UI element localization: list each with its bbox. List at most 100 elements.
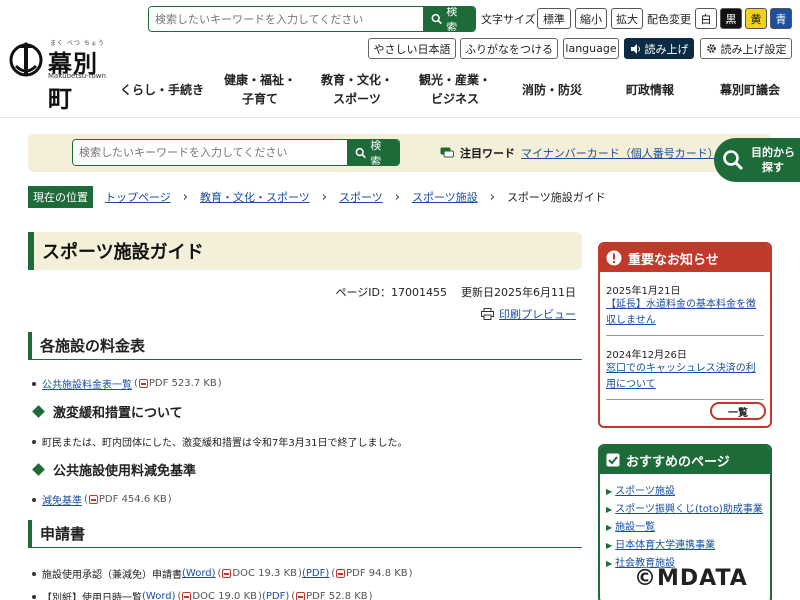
breadcrumb-link-sports-facilities[interactable]: スポーツ施設	[412, 189, 478, 205]
subheading-relief-text: 激変緩和措置について	[53, 406, 183, 421]
notice-entry: 2024年12月26日 窓口でのキャッシュレス決済の利用について	[600, 346, 770, 400]
color-change-label: 配色変更	[647, 13, 691, 26]
relief-text: 町民または、町内団体にした、激変緩和措置は令和7年3月31日で終了しました。	[42, 438, 408, 449]
main-search-button[interactable]: 検索	[347, 140, 399, 165]
file-size: PDF 523.7 KB	[148, 378, 217, 389]
file-size: PDF 454.6 KB	[98, 494, 167, 505]
nav-item-government[interactable]: 町政情報	[600, 68, 700, 112]
breadcrumb-current: スポーツ施設ガイド	[506, 191, 606, 204]
nav-item-disaster[interactable]: 消防・防災	[504, 68, 600, 112]
important-notice-header: 重要なお知らせ	[600, 244, 770, 272]
main-search-button-label: 検索	[370, 139, 382, 166]
important-notice-box: 重要なお知らせ 2025年1月21日 【延長】水道料金の基本料金を徴収しません …	[598, 242, 772, 428]
recommended-item: ▶ 施設一覧	[606, 520, 764, 535]
read-settings-button[interactable]: 読み上げ設定	[700, 38, 792, 59]
nav-item-health[interactable]: 健康・福祉・ 子育て	[212, 68, 308, 112]
application-form-word-link[interactable]: (Word)	[182, 568, 216, 579]
breadcrumb-link-sports[interactable]: スポーツ	[339, 189, 383, 205]
notice-date: 2024年12月26日	[606, 350, 687, 361]
easy-japanese-button[interactable]: やさしい日本語	[368, 38, 456, 59]
triangle-right-icon: ▶	[606, 541, 613, 550]
file-size: PDF 94.8 KB	[346, 568, 408, 579]
bullet	[32, 594, 36, 599]
print-preview[interactable]: 印刷プレビュー	[481, 306, 576, 322]
font-size-smaller-button[interactable]: 縮小	[575, 8, 607, 29]
file-size: DOC 19.0 KB	[192, 591, 258, 600]
subheading-reduction: 公共施設使用料減免基準	[30, 460, 196, 479]
recommended-link[interactable]: 日本体育大学連携事業	[615, 538, 715, 553]
furigana-button[interactable]: ふりがなをつける	[460, 38, 558, 59]
color-white-button[interactable]: 白	[695, 8, 717, 29]
recommended-list: ▶ スポーツ施設 ▶ スポーツ振興くじ(toto)助成事業 ▶ 施設一覧 ▶ 日本体育大…	[600, 474, 770, 571]
site-header: まく べつ ちょう 幕別町 Makubetsu-town 検索 文字サイズ 標準…	[0, 0, 800, 118]
search-by-purpose-button[interactable]: 目的から 探す	[714, 138, 800, 182]
nav-item-education[interactable]: 教育・文化・ スポーツ	[308, 68, 406, 112]
important-notice-title: 重要なお知らせ	[628, 252, 719, 268]
reduction-link[interactable]: 減免基準	[42, 492, 82, 507]
recommended-link[interactable]: スポーツ振興くじ(toto)助成事業	[615, 502, 763, 517]
font-size-larger-button[interactable]: 拡大	[611, 8, 643, 29]
header-search-input[interactable]	[149, 7, 423, 31]
color-blue-button[interactable]: 青	[770, 8, 792, 29]
main-search: 検索	[72, 139, 400, 166]
chevron-right-icon: ›	[182, 189, 188, 205]
hot-word-link[interactable]: マイナンバーカード（個人番号カード）	[521, 145, 719, 161]
page-meta: ページID：17001455 更新日2025年6月11日	[336, 284, 576, 300]
file-info: (DOC 19.0 KB)	[177, 591, 262, 600]
search-icon	[723, 150, 744, 171]
header-search-button[interactable]: 検索	[423, 7, 475, 31]
nav-item-assembly[interactable]: 幕別町議会	[700, 68, 800, 112]
hot-words: 注目ワード マイナンバーカード（個人番号カード）	[440, 145, 719, 161]
nav-item-tourism[interactable]: 観光・産業・ ビジネス	[406, 68, 504, 112]
fee-table-link[interactable]: 公共施設料金表一覧	[42, 376, 132, 391]
speaker-icon	[630, 43, 640, 54]
notice-date: 2025年1月21日	[606, 286, 681, 297]
chevron-right-icon: ›	[321, 189, 327, 205]
recommended-link[interactable]: スポーツ施設	[615, 484, 675, 499]
pdf-icon	[138, 379, 148, 388]
chevron-right-icon: ›	[394, 189, 400, 205]
file-size: PDF 52.8 KB	[306, 591, 368, 600]
notice-link[interactable]: 【延長】水道料金の基本料金を徴収しません	[606, 297, 764, 336]
notice-list-button[interactable]: 一覧	[710, 402, 766, 420]
schedule-list-pdf-link[interactable]: (PDF)	[262, 591, 289, 600]
header-search: 検索	[148, 6, 476, 32]
file-info: (DOC 19.3 KB)	[217, 568, 302, 579]
language-button[interactable]: language	[563, 38, 619, 59]
bullet	[32, 439, 36, 444]
print-preview-link[interactable]: 印刷プレビュー	[499, 306, 576, 322]
recommended-pages-title: おすすめのページ	[626, 454, 730, 470]
main-content: スポーツ施設ガイド ページID：17001455 更新日2025年6月11日 印…	[28, 232, 582, 600]
nav-item-living[interactable]: くらし・手続き	[112, 68, 212, 112]
checkbox-icon	[606, 453, 620, 467]
list-item: 【別紙】使用日時一覧 (Word) (DOC 19.0 KB) (PDF) (P…	[32, 589, 373, 600]
color-yellow-button[interactable]: 黄	[745, 8, 767, 29]
color-black-button[interactable]: 黒	[720, 8, 742, 29]
header-search-button-label: 検索	[446, 6, 458, 32]
breadcrumb-link-top[interactable]: トップページ	[105, 189, 171, 205]
list-item: 減免基準 (PDF 454.6 KB)	[32, 492, 172, 507]
read-aloud-button[interactable]: 読み上げ	[624, 38, 694, 59]
list-item: 施設使用承認（兼減免）申請書 (Word) (DOC 19.3 KB) (PDF…	[32, 566, 413, 581]
pdf-icon	[296, 592, 306, 600]
page-updated: 更新日2025年6月11日	[461, 286, 576, 299]
application-form-pdf-link[interactable]: (PDF)	[302, 568, 329, 579]
main-search-input[interactable]	[73, 140, 347, 165]
font-size-standard-button[interactable]: 標準	[537, 8, 571, 29]
schedule-list-word-link[interactable]: (Word)	[142, 591, 176, 600]
recommended-item: ▶ スポーツ施設	[606, 484, 764, 499]
breadcrumb: 現在の位置 トップページ › 教育・文化・スポーツ › スポーツ › スポーツ施…	[28, 186, 606, 208]
pdf-icon	[88, 495, 98, 504]
notice-link[interactable]: 窓口でのキャッシュレス決済の利用について	[606, 361, 764, 400]
recommended-link[interactable]: 施設一覧	[615, 520, 655, 535]
triangle-right-icon: ▶	[606, 487, 613, 496]
site-logo[interactable]: まく べつ ちょう 幕別町 Makubetsu-town	[8, 38, 118, 113]
breadcrumb-here-label: 現在の位置	[28, 186, 93, 208]
page-id: ページID：17001455	[335, 286, 447, 299]
file-info: (PDF 454.6 KB)	[84, 494, 172, 505]
breadcrumb-link-education[interactable]: 教育・文化・スポーツ	[200, 189, 310, 205]
gear-icon	[706, 44, 716, 53]
file-info: (PDF 52.8 KB)	[291, 591, 373, 600]
recommended-item: ▶ スポーツ振興くじ(toto)助成事業	[606, 502, 764, 517]
hot-words-label: 注目ワード	[460, 147, 515, 160]
